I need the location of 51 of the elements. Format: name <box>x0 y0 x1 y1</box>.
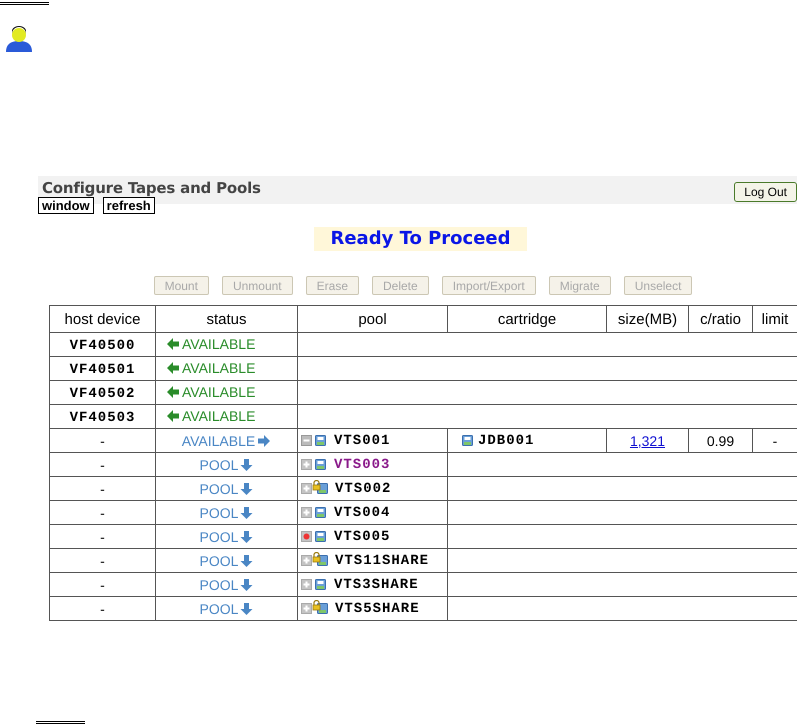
left-arrow-icon <box>166 336 180 350</box>
host-device-text: - <box>100 528 105 544</box>
status-text: POOL <box>200 528 238 544</box>
status-text: POOL <box>200 576 238 592</box>
column-header: limit <box>752 306 797 332</box>
left-arrow-icon <box>166 384 180 398</box>
down-arrow-icon <box>240 458 254 472</box>
status-text: POOL <box>200 552 238 568</box>
host-device-text: VF40503 <box>70 410 136 426</box>
down-arrow-icon <box>240 554 254 568</box>
limit-text: - <box>772 432 778 448</box>
host-device-text: - <box>100 432 105 448</box>
host-device-text: - <box>100 456 105 472</box>
user-icon <box>4 26 34 52</box>
left-arrow-icon <box>166 408 180 422</box>
status-banner: Ready To Proceed <box>314 227 527 251</box>
down-arrow-icon <box>240 506 254 520</box>
host-device-text: - <box>100 552 105 568</box>
status-text: AVAILABLE <box>182 432 256 448</box>
status-text: POOL <box>200 504 238 520</box>
ratio-text: 0.99 <box>706 432 734 448</box>
host-device-text: - <box>100 576 105 592</box>
status-text: AVAILABLE <box>182 384 256 400</box>
host-device-text: - <box>100 600 105 616</box>
host-device-text: VF40501 <box>70 362 136 378</box>
left-arrow-icon <box>166 360 180 374</box>
status-text: AVAILABLE <box>182 408 256 424</box>
down-arrow-icon <box>240 530 254 544</box>
column-header: pool <box>298 306 448 332</box>
column-header: status <box>156 306 298 332</box>
column-header: size(MB) <box>606 306 688 332</box>
right-arrow-icon <box>257 434 272 448</box>
host-device-text: - <box>100 480 105 496</box>
nav-link[interactable]: refresh <box>102 197 155 214</box>
status-text: POOL <box>200 480 238 496</box>
column-header: host device <box>50 306 156 332</box>
status-text: AVAILABLE <box>182 360 256 376</box>
host-device-text: - <box>100 504 105 520</box>
down-arrow-icon <box>240 578 254 592</box>
host-device-text: VF40502 <box>70 386 136 402</box>
status-text: POOL <box>200 456 238 472</box>
host-device-text: VF40500 <box>70 338 136 354</box>
down-arrow-icon <box>240 602 254 616</box>
column-header: cartridge <box>448 306 606 332</box>
status-text: AVAILABLE <box>182 336 256 352</box>
down-arrow-icon <box>240 482 254 496</box>
page-title: Configure Tapes and Pools <box>42 179 261 197</box>
nav-link[interactable]: window <box>38 197 94 214</box>
status-text: POOL <box>200 600 238 616</box>
log-out-button[interactable]: Log Out <box>734 182 797 202</box>
column-header: c/ratio <box>688 306 752 332</box>
